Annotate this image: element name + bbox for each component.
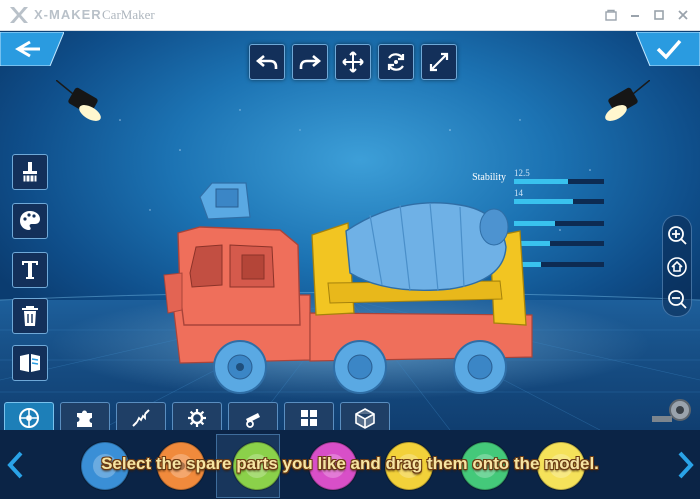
palette-button[interactable] <box>12 203 48 239</box>
redo-icon <box>299 55 322 69</box>
gear-icon <box>188 409 206 427</box>
tab-weapons[interactable] <box>228 402 278 431</box>
undo-icon <box>255 55 278 69</box>
scale-button[interactable] <box>421 44 457 80</box>
zoom-in-icon[interactable] <box>666 224 688 246</box>
undo-button[interactable] <box>249 44 285 80</box>
cement-mixer-truck-model[interactable] <box>160 175 540 395</box>
palette-icon <box>20 211 40 230</box>
cannon-icon <box>246 413 260 428</box>
wheel-rear <box>453 340 507 394</box>
blocks-icon <box>301 410 317 426</box>
text-icon <box>22 261 38 279</box>
wheel-icon <box>19 408 39 428</box>
tab-gears[interactable] <box>172 402 222 431</box>
stage-lamp-left <box>56 80 101 121</box>
home-icon[interactable] <box>666 256 688 278</box>
tab-wheels[interactable] <box>4 402 54 431</box>
delete-button[interactable] <box>12 298 48 334</box>
tab-blocks[interactable] <box>340 402 390 431</box>
zoom-panel <box>662 215 692 317</box>
puzzle-icon <box>77 410 92 427</box>
scale-icon <box>429 52 449 72</box>
confirm-button[interactable] <box>636 32 700 66</box>
stage-lamp-right <box>605 80 650 121</box>
wheel-front <box>213 340 267 394</box>
text-button[interactable] <box>12 252 48 288</box>
redo-button[interactable] <box>292 44 328 80</box>
hint-caption: Select the spare parts you like and drag… <box>101 454 599 473</box>
move-button[interactable] <box>335 44 371 80</box>
brush-icon <box>22 162 38 183</box>
rotate-icon <box>387 53 405 71</box>
tab-decorations[interactable] <box>284 402 334 431</box>
trash-icon <box>22 306 38 326</box>
tab-suspension[interactable] <box>116 402 166 431</box>
tab-parts[interactable] <box>60 402 110 431</box>
back-button[interactable] <box>0 32 64 66</box>
zoom-out-icon[interactable] <box>666 288 688 310</box>
guide-book-button[interactable] <box>12 345 48 381</box>
rotate-button[interactable] <box>378 44 414 80</box>
book-icon <box>20 354 40 372</box>
move-icon <box>342 51 364 73</box>
wheel-middle <box>333 340 387 394</box>
carmaker-app: X-MAKER CarMaker Stability 12.5 14 Selec… <box>0 0 700 499</box>
spring-icon <box>132 409 150 427</box>
paint-brush-button[interactable] <box>12 154 48 190</box>
cube-icon <box>355 408 375 429</box>
